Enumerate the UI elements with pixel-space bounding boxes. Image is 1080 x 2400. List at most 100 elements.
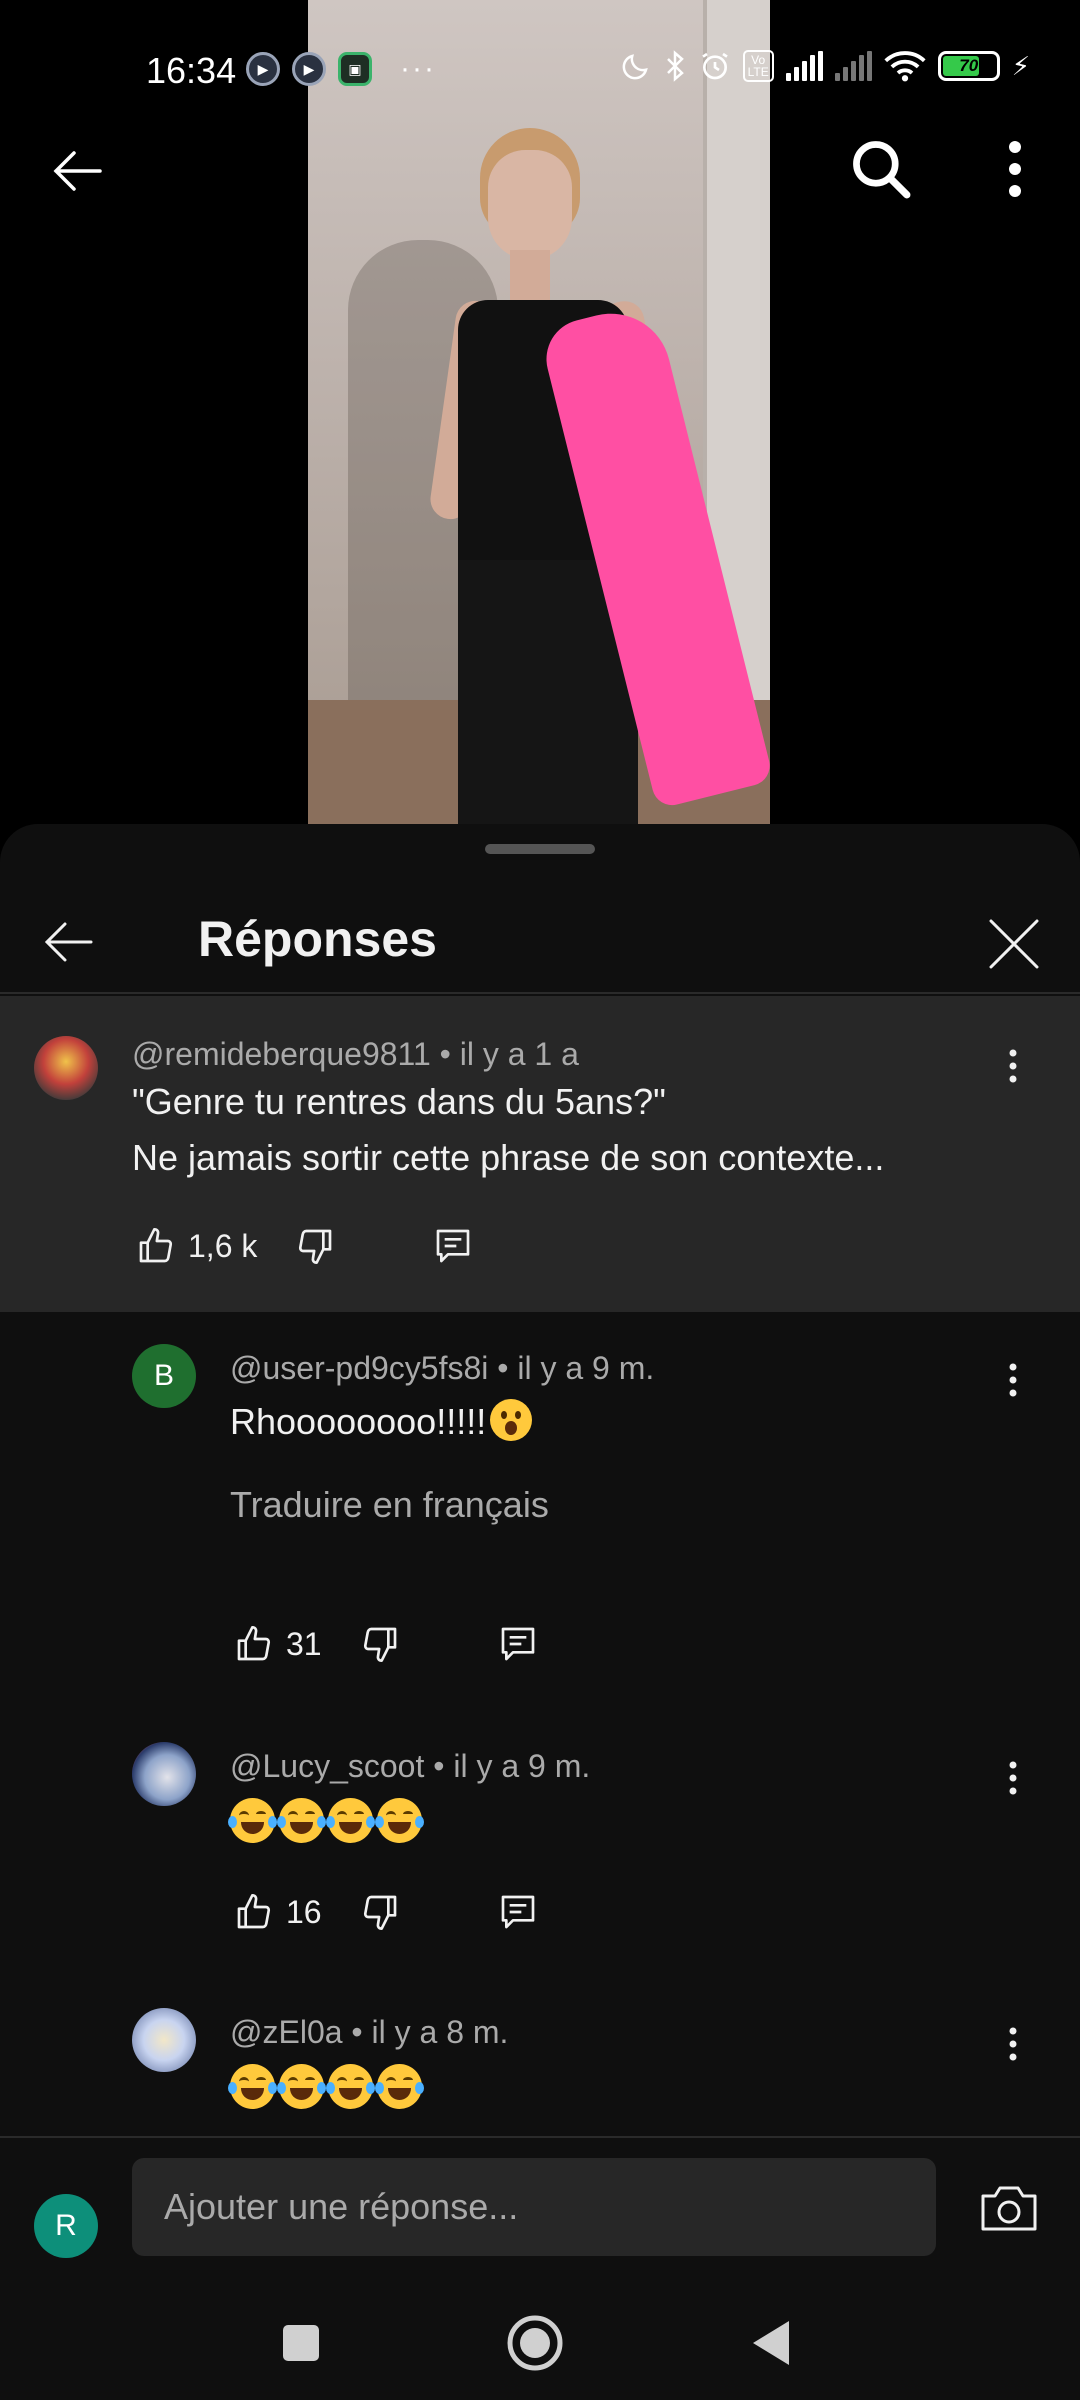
thumbs-down-icon (363, 1895, 396, 1930)
back-triangle-icon (753, 2321, 789, 2365)
translate-link[interactable]: Traduire en français (230, 1484, 549, 1526)
comment-meta: @zEl0a • il y a 8 m. (230, 2014, 508, 2051)
search-button[interactable] (846, 134, 916, 204)
close-button[interactable] (974, 904, 1054, 984)
comment-meta: @remideberque9811 • il y a 1 a (132, 1036, 579, 1073)
camera-icon (981, 2186, 1037, 2231)
thumbs-up-icon (237, 1626, 271, 1661)
system-back-button[interactable] (736, 2308, 806, 2378)
meta-separator: • (351, 2014, 372, 2050)
dislike-button[interactable] (352, 1616, 408, 1672)
home-circle-icon (507, 2315, 563, 2371)
reply-item: B @user-pd9cy5fs8i • il y a 9 m. Rhooooo… (0, 1344, 1080, 1744)
reply-button[interactable] (490, 1884, 546, 1940)
thumbs-down-icon (299, 1229, 332, 1264)
like-count: 1,6 k (188, 1227, 258, 1264)
status-system-icons: Vo LTE 70 ⚡ (621, 50, 1030, 82)
signal-icon (834, 51, 872, 81)
camera-button[interactable] (974, 2176, 1044, 2240)
dislike-button[interactable] (287, 1218, 343, 1274)
video-top-nav (0, 130, 1080, 210)
sheet-back-button[interactable] (30, 904, 106, 980)
comment-text (228, 1798, 424, 1843)
comment-text: Rhoooooooo!!!!! (230, 1394, 533, 1450)
meta-separator: • (433, 1748, 454, 1784)
comment-author[interactable]: @user-pd9cy5fs8i (230, 1350, 488, 1386)
like-button[interactable] (226, 1884, 282, 1940)
comment-actions: 16 (226, 1882, 546, 1942)
reply-button[interactable] (425, 1218, 481, 1274)
laughing-emoji (375, 2064, 424, 2109)
back-button[interactable] (42, 136, 112, 206)
avatar[interactable] (34, 1036, 98, 1100)
comment-more-button[interactable] (988, 1036, 1038, 1096)
recents-button[interactable] (266, 2308, 336, 2378)
comment-author[interactable]: @zEl0a (230, 2014, 343, 2050)
reply-item: @zEl0a • il y a 8 m. (0, 2008, 1080, 2128)
avatar[interactable] (132, 1742, 196, 1806)
comment-icon (501, 1627, 534, 1661)
more-options-button[interactable] (980, 134, 1050, 204)
arrow-left-icon (44, 922, 93, 962)
status-bar: 16:34 ▶ ▶ ▣ ··· Vo LTE 70 ⚡ (0, 40, 1080, 100)
comment-text-content: Rhoooooooo!!!!! (230, 1401, 487, 1442)
video-player[interactable]: 16:34 ▶ ▶ ▣ ··· Vo LTE 70 ⚡ (0, 0, 1080, 824)
recents-square-icon (283, 2325, 319, 2361)
reply-button[interactable] (490, 1616, 546, 1672)
thumbs-down-icon (363, 1627, 396, 1662)
moon-icon (622, 54, 648, 80)
like-button[interactable] (128, 1218, 184, 1274)
signal-icon (785, 51, 823, 81)
app-icon: ▣ (338, 52, 372, 86)
comment-time: il y a 1 a (459, 1036, 579, 1072)
meta-separator: • (439, 1036, 460, 1072)
comment-author[interactable]: @remideberque9811 (132, 1036, 431, 1072)
comment-more-button[interactable] (988, 2014, 1038, 2074)
comment-more-button[interactable] (988, 1350, 1038, 1410)
comment-text-line: "Genre tu rentres dans du 5ans?" (132, 1081, 666, 1122)
android-nav-bar (0, 2286, 1080, 2400)
video-frame[interactable] (308, 0, 770, 824)
comment-icon (501, 1895, 534, 1929)
play-icon: ▶ (292, 52, 326, 86)
reply-input[interactable] (132, 2158, 936, 2256)
laughing-emoji (375, 1798, 424, 1843)
reply-item: @Lucy_scoot • il y a 9 m. 16 (0, 1742, 1080, 1992)
sheet-header: Réponses (0, 884, 1080, 994)
sheet-title: Réponses (198, 911, 437, 967)
more-notifications-icon: ··· (400, 52, 436, 85)
home-button[interactable] (500, 2308, 570, 2378)
more-vert-icon (1009, 1049, 1017, 1083)
status-time: 16:34 (146, 50, 237, 91)
drag-handle[interactable] (485, 844, 595, 854)
laughing-emoji (326, 2064, 375, 2109)
laughing-emoji (277, 2064, 326, 2109)
more-vert-icon (1009, 141, 1021, 197)
close-icon (989, 919, 1039, 969)
alarm-icon (701, 52, 728, 80)
arrow-left-icon (53, 151, 102, 191)
more-vert-icon (1009, 1761, 1017, 1795)
comment-meta: @user-pd9cy5fs8i • il y a 9 m. (230, 1350, 654, 1387)
comment-icon (437, 1229, 470, 1263)
volte-icon: Vo LTE (742, 50, 774, 82)
comment-time: il y a 9 m. (517, 1350, 655, 1386)
comment-actions: 31 (226, 1614, 546, 1674)
user-avatar[interactable]: R (34, 2194, 98, 2258)
status-notification-icons: ▶ ▶ ▣ ··· (246, 52, 436, 86)
parent-comment: @remideberque9811 • il y a 1 a "Genre tu… (0, 996, 1080, 1312)
comment-actions: 1,6 k (128, 1216, 481, 1276)
search-icon (853, 141, 911, 199)
comment-time: il y a 8 m. (371, 2014, 509, 2050)
like-button[interactable] (226, 1616, 282, 1672)
avatar[interactable]: B (132, 1344, 196, 1408)
laughing-emoji (228, 1798, 277, 1843)
more-vert-icon (1009, 2027, 1017, 2061)
surprised-emoji (490, 1399, 533, 1442)
avatar[interactable] (132, 2008, 196, 2072)
battery-level: 70 (959, 56, 979, 75)
comment-author[interactable]: @Lucy_scoot (230, 1748, 424, 1784)
dislike-button[interactable] (352, 1884, 408, 1940)
comment-more-button[interactable] (988, 1748, 1038, 1808)
laughing-emoji (277, 1798, 326, 1843)
